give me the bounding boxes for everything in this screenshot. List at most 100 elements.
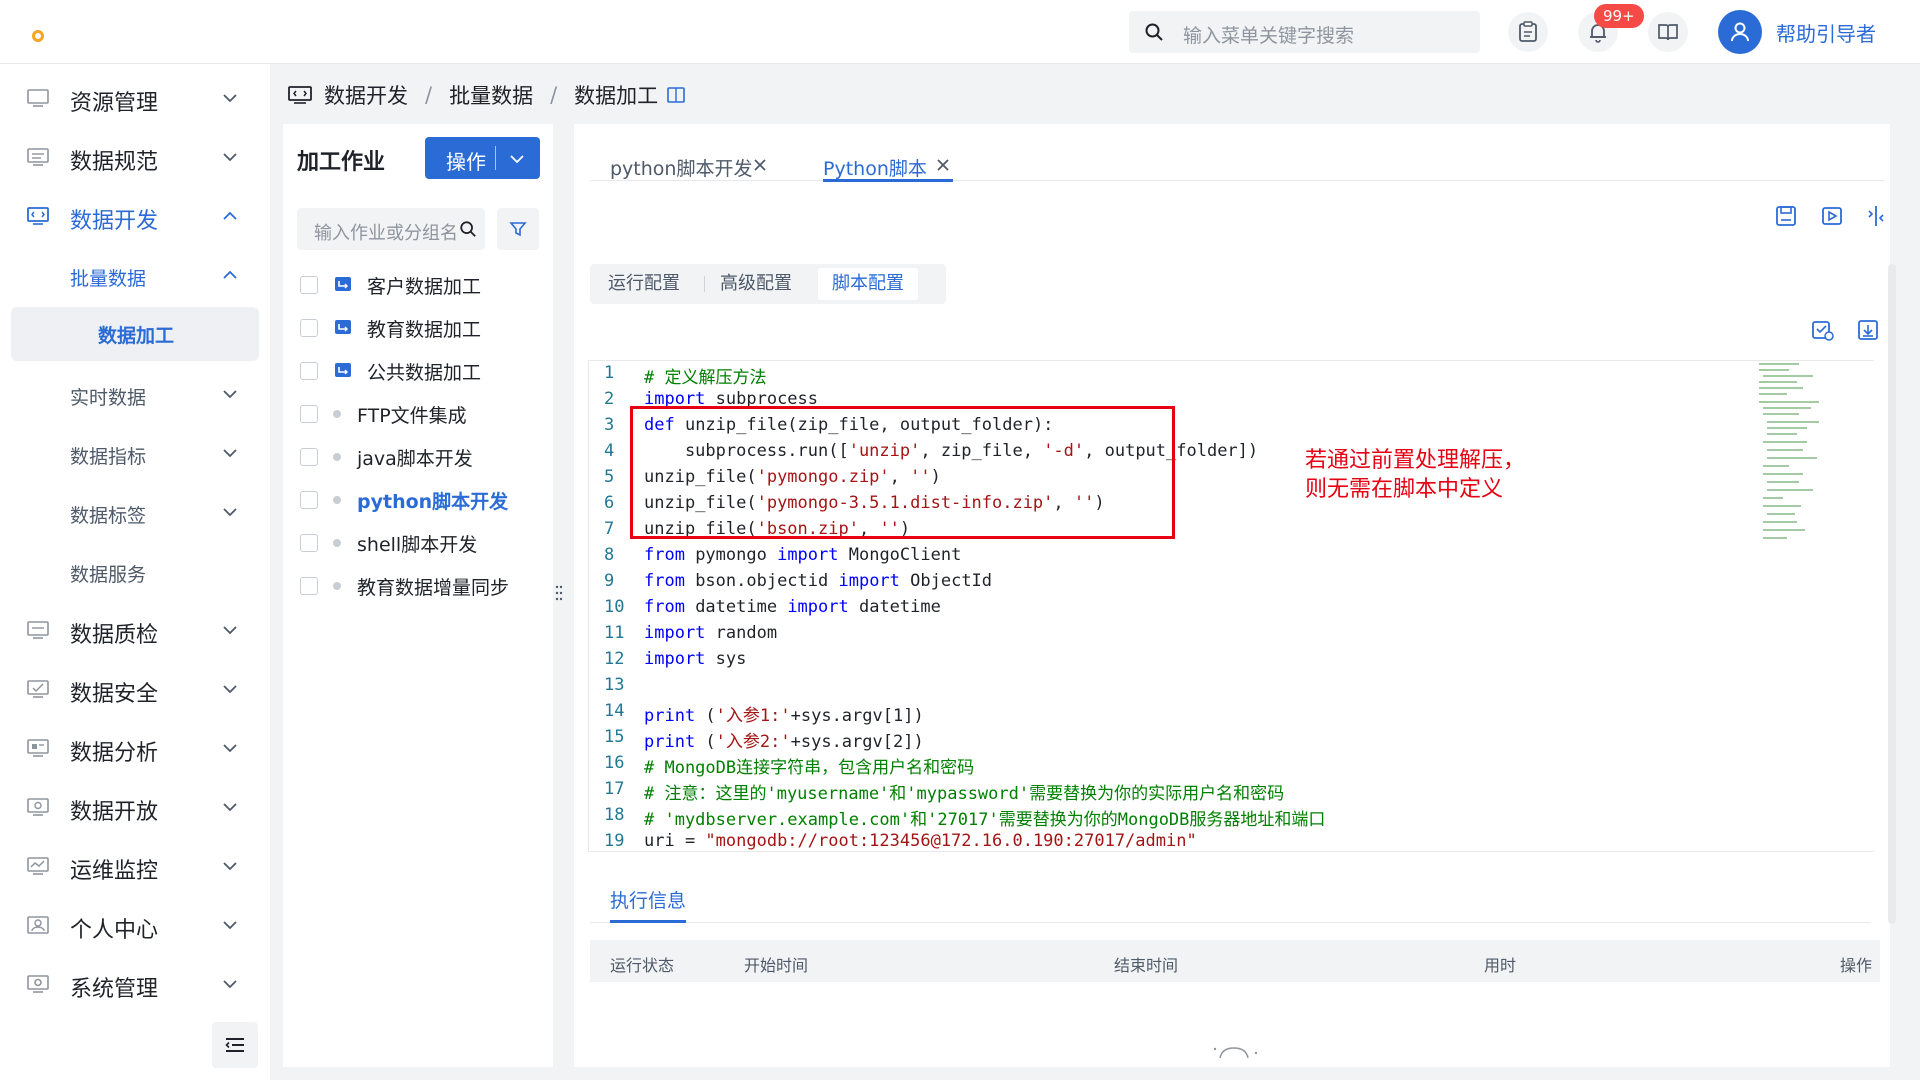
job-item-folder[interactable]: 客户数据加工 bbox=[283, 265, 553, 305]
format-icon[interactable] bbox=[1864, 204, 1888, 228]
sidebar-item-label: 数据规范 bbox=[70, 150, 159, 175]
tab-exec-info[interactable]: 执行信息 bbox=[610, 886, 686, 913]
code-keyword: from bbox=[644, 597, 685, 617]
job-checkbox[interactable] bbox=[300, 276, 318, 294]
tab-python-dev[interactable]: python脚本开发 bbox=[610, 142, 790, 192]
job-item-label: 公共数据加工 bbox=[367, 362, 482, 384]
sidebar-item-system[interactable]: 系统管理 bbox=[0, 962, 270, 1006]
job-checkbox[interactable] bbox=[300, 534, 318, 552]
line-number: 5 bbox=[604, 467, 615, 487]
breadcrumb-current: 数据加工 bbox=[574, 84, 659, 108]
sidebar-item-open[interactable]: 数据开放 bbox=[0, 785, 270, 829]
sidebar-subitem-processing[interactable]: 数据加工 bbox=[11, 307, 259, 361]
sidebar-item-label: 个人中心 bbox=[70, 918, 159, 943]
code-line: from pymongo import MongoClient bbox=[644, 545, 961, 565]
filter-button[interactable] bbox=[497, 208, 539, 250]
breadcrumb-separator: / bbox=[550, 83, 558, 107]
help-guide-link[interactable]: 帮助引导者 bbox=[1776, 18, 1876, 47]
segment-divider bbox=[704, 276, 705, 292]
avatar[interactable] bbox=[1718, 10, 1762, 54]
dev-icon bbox=[288, 86, 312, 104]
close-icon[interactable] bbox=[752, 157, 768, 173]
collapse-menu-icon bbox=[225, 1038, 244, 1052]
job-dot-icon bbox=[333, 496, 341, 504]
job-item-selected[interactable]: python脚本开发 bbox=[283, 480, 553, 520]
empty-state-icon bbox=[1213, 1047, 1258, 1058]
sidebar-item-analysis[interactable]: 数据分析 bbox=[0, 726, 270, 770]
breadcrumb-item[interactable]: 批量数据 bbox=[449, 80, 533, 110]
download-icon[interactable] bbox=[1856, 318, 1880, 342]
sidebar-item-resource[interactable]: 资源管理 bbox=[0, 76, 270, 120]
sidebar-item-security[interactable]: 数据安全 bbox=[0, 667, 270, 711]
job-item[interactable]: java脚本开发 bbox=[283, 437, 553, 477]
docs-button[interactable] bbox=[1648, 12, 1688, 52]
search-icon bbox=[1145, 23, 1163, 41]
tab-label: Python脚本 bbox=[823, 158, 927, 180]
job-dot-icon bbox=[333, 410, 341, 418]
table-header-cell: 用时 bbox=[1484, 956, 1517, 975]
job-panel-title: 加工作业 bbox=[297, 150, 386, 175]
folder-icon bbox=[335, 320, 351, 334]
job-item[interactable]: FTP文件集成 bbox=[283, 394, 553, 434]
sidebar-subitem-realtime[interactable]: 实时数据 bbox=[0, 372, 270, 416]
code-line: # MongoDB连接字符串，包含用户名和密码 bbox=[644, 753, 974, 778]
job-item[interactable]: 教育数据增量同步 bbox=[283, 566, 553, 606]
sidebar-item-user[interactable]: 个人中心 bbox=[0, 903, 270, 947]
sidebar-subitem-service[interactable]: 数据服务 bbox=[0, 549, 270, 593]
menu-search-input[interactable]: 输入菜单关键字搜索 bbox=[1129, 11, 1480, 53]
app-logo bbox=[32, 30, 44, 42]
sidebar-subitem-label: 数据指标 bbox=[70, 446, 147, 468]
job-search-input[interactable]: 输入作业或分组名 bbox=[297, 208, 485, 250]
tab-run-config[interactable]: 运行配置 bbox=[594, 268, 694, 300]
chevron-down-icon bbox=[223, 744, 237, 753]
sidebar-collapse-button[interactable] bbox=[212, 1022, 258, 1068]
annotation-line: 若通过前置处理解压， bbox=[1305, 448, 1526, 473]
sidebar-subitem-batch[interactable]: 批量数据 bbox=[0, 253, 270, 297]
job-checkbox[interactable] bbox=[300, 577, 318, 595]
code-keyword: import bbox=[838, 571, 900, 591]
breadcrumb-item[interactable]: 数据开发 bbox=[324, 80, 408, 110]
sidebar-item-quality[interactable]: 数据质检 bbox=[0, 608, 270, 652]
open-icon bbox=[27, 798, 49, 816]
line-number: 2 bbox=[604, 389, 615, 409]
sidebar-item-label: 数据安全 bbox=[70, 682, 159, 707]
sidebar-item-spec[interactable]: 数据规范 bbox=[0, 135, 270, 179]
code-minimap[interactable] bbox=[1759, 361, 1839, 551]
tab-script-config[interactable]: 脚本配置 bbox=[818, 268, 918, 300]
code-text: sys bbox=[705, 649, 747, 669]
sidebar-subitem-tags[interactable]: 数据标签 bbox=[0, 490, 270, 534]
code-text: datetime bbox=[848, 597, 941, 617]
save-icon[interactable] bbox=[1774, 204, 1798, 228]
run-icon[interactable] bbox=[1820, 204, 1844, 228]
code-editor[interactable]: 1 2 3 4 5 6 7 8 9 10 11 12 13 14 15 16 1… bbox=[588, 360, 1874, 852]
chevron-down-icon[interactable] bbox=[509, 151, 525, 167]
job-checkbox[interactable] bbox=[300, 448, 318, 466]
sidebar-subitem-label: 数据加工 bbox=[98, 325, 175, 347]
tab-advanced-config[interactable]: 高级配置 bbox=[706, 268, 806, 300]
job-checkbox[interactable] bbox=[300, 319, 318, 337]
job-item-label: 教育数据增量同步 bbox=[357, 577, 510, 599]
tab-python-script[interactable]: Python脚本 bbox=[823, 142, 963, 192]
code-keyword: import bbox=[777, 545, 839, 565]
line-number: 4 bbox=[604, 441, 615, 461]
job-checkbox[interactable] bbox=[300, 405, 318, 423]
active-tab-indicator bbox=[610, 920, 686, 923]
line-number: 17 bbox=[604, 779, 625, 799]
job-checkbox[interactable] bbox=[300, 491, 318, 509]
operation-button[interactable]: 操作 bbox=[425, 137, 540, 179]
code-keyword: import bbox=[644, 649, 706, 669]
book-icon[interactable] bbox=[666, 86, 686, 104]
panel-resize-handle[interactable] bbox=[555, 585, 563, 601]
validate-icon[interactable] bbox=[1810, 318, 1834, 342]
sidebar-item-monitor[interactable]: 运维监控 bbox=[0, 844, 270, 888]
job-item[interactable]: shell脚本开发 bbox=[283, 523, 553, 563]
job-checkbox[interactable] bbox=[300, 362, 318, 380]
sidebar-subitem-metrics[interactable]: 数据指标 bbox=[0, 431, 270, 475]
clipboard-button[interactable] bbox=[1508, 12, 1548, 52]
job-item-folder[interactable]: 公共数据加工 bbox=[283, 351, 553, 391]
config-segmented-control: 运行配置 高级配置 脚本配置 bbox=[590, 264, 946, 304]
sidebar-item-dev[interactable]: 数据开发 bbox=[0, 194, 270, 238]
job-item-folder[interactable]: 教育数据加工 bbox=[283, 308, 553, 348]
page-scrollbar[interactable] bbox=[1888, 264, 1896, 924]
close-icon[interactable] bbox=[935, 157, 951, 173]
